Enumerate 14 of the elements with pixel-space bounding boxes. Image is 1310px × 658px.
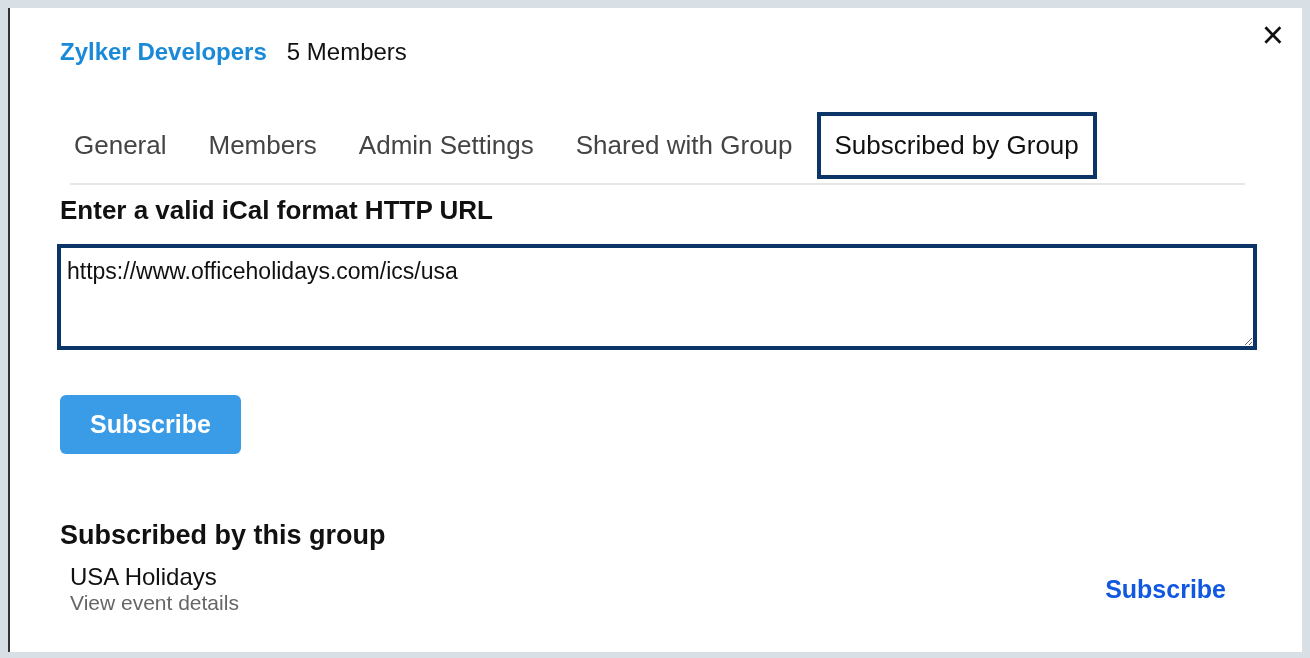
details-link[interactable]: View event details <box>70 591 239 615</box>
url-field[interactable]: https://www.officeholidays.com/ics/usa <box>57 244 1257 350</box>
group-name: Zylker Developers <box>60 38 267 66</box>
tab[interactable]: Admin Settings <box>340 112 552 179</box>
tab[interactable]: General <box>70 112 185 179</box>
close-button[interactable]: × <box>1257 16 1288 54</box>
url-label: Enter a valid iCal format HTTP URL <box>60 195 494 226</box>
tab[interactable]: Shared with Group <box>557 112 811 179</box>
member-count: 5 Members <box>286 38 407 66</box>
section-heading: Subscribed by this group <box>60 520 387 551</box>
subscribe-link[interactable]: Subscribe <box>1105 574 1226 604</box>
tab[interactable]: Members <box>190 112 335 179</box>
tab[interactable]: Subscribed by Group <box>816 112 1097 179</box>
calendar-title: USA Holidays <box>70 563 218 591</box>
